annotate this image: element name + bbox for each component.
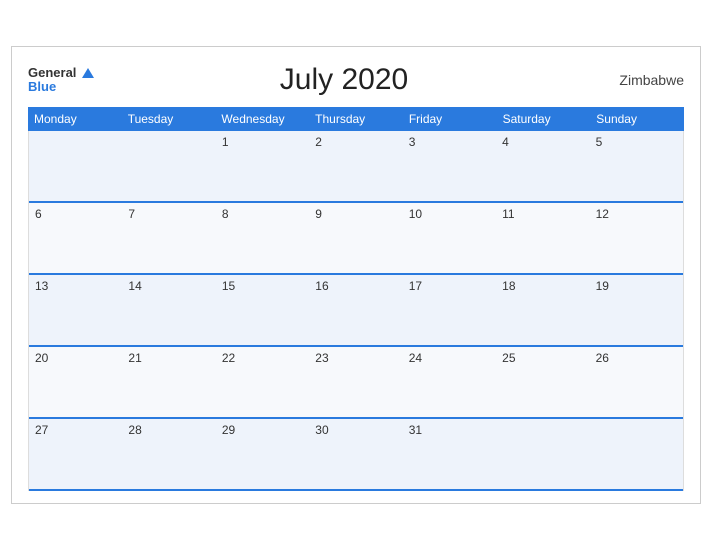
day-cell-7: 7 (122, 203, 215, 275)
day-cell-9: 9 (309, 203, 402, 275)
empty-cell (590, 419, 683, 491)
day-cell-18: 18 (496, 275, 589, 347)
day-header-monday: Monday (28, 107, 122, 131)
day-cell-21: 21 (122, 347, 215, 419)
day-header-friday: Friday (403, 107, 497, 131)
day-cell-20: 20 (29, 347, 122, 419)
logo-general: General (28, 66, 94, 80)
day-cell-29: 29 (216, 419, 309, 491)
day-cell-8: 8 (216, 203, 309, 275)
day-cell-4: 4 (496, 131, 589, 203)
day-header-tuesday: Tuesday (122, 107, 216, 131)
day-cell-27: 27 (29, 419, 122, 491)
day-cell-3: 3 (403, 131, 496, 203)
day-header-thursday: Thursday (309, 107, 403, 131)
day-cell-2: 2 (309, 131, 402, 203)
empty-cell (496, 419, 589, 491)
day-cell-25: 25 (496, 347, 589, 419)
logo: General Blue (28, 66, 94, 95)
day-cell-22: 22 (216, 347, 309, 419)
calendar-container: General Blue July 2020 Zimbabwe Monday T… (11, 46, 701, 504)
empty-cell (122, 131, 215, 203)
country-label: Zimbabwe (594, 72, 684, 88)
day-cell-23: 23 (309, 347, 402, 419)
empty-cell (29, 131, 122, 203)
day-header-saturday: Saturday (497, 107, 591, 131)
day-cell-6: 6 (29, 203, 122, 275)
calendar-grid: 1 2 3 4 5 6 7 8 9 10 11 12 13 14 15 16 1… (28, 131, 684, 491)
day-cell-11: 11 (496, 203, 589, 275)
day-cell-31: 31 (403, 419, 496, 491)
day-cell-30: 30 (309, 419, 402, 491)
day-cell-1: 1 (216, 131, 309, 203)
day-header-sunday: Sunday (590, 107, 684, 131)
header-row: General Blue July 2020 Zimbabwe (28, 63, 684, 97)
day-cell-14: 14 (122, 275, 215, 347)
day-cell-15: 15 (216, 275, 309, 347)
day-cell-12: 12 (590, 203, 683, 275)
days-header: Monday Tuesday Wednesday Thursday Friday… (28, 107, 684, 131)
day-cell-19: 19 (590, 275, 683, 347)
day-cell-26: 26 (590, 347, 683, 419)
day-cell-5: 5 (590, 131, 683, 203)
day-cell-13: 13 (29, 275, 122, 347)
day-cell-28: 28 (122, 419, 215, 491)
logo-triangle-icon (82, 68, 94, 78)
day-cell-24: 24 (403, 347, 496, 419)
logo-blue: Blue (28, 80, 94, 94)
day-header-wednesday: Wednesday (215, 107, 309, 131)
day-cell-16: 16 (309, 275, 402, 347)
day-cell-17: 17 (403, 275, 496, 347)
day-cell-10: 10 (403, 203, 496, 275)
calendar-title: July 2020 (94, 63, 594, 97)
